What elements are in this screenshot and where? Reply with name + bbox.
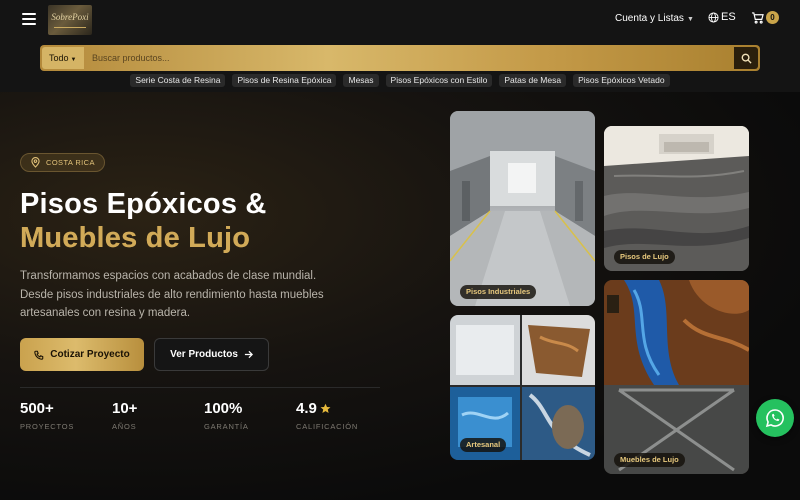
chevron-down-icon: ▼ — [686, 16, 694, 23]
menu-icon[interactable] — [22, 13, 36, 25]
stat-rating-value-row: 4.9 — [296, 400, 358, 417]
category-chip[interactable]: Serie Costa de Resina — [130, 74, 226, 87]
industrial-floor-photo — [450, 111, 595, 306]
stat-label: CALIFICACIÓN — [296, 422, 359, 431]
category-bar: Serie Costa de Resina Pisos de Resina Ep… — [0, 74, 800, 92]
category-chip[interactable]: Patas de Mesa — [499, 74, 567, 87]
gallery-tile-luxury-floors[interactable]: Pisos de Lujo — [604, 126, 749, 271]
gallery-tile-industrial-floors[interactable]: Pisos Industriales — [450, 111, 595, 306]
cart-icon — [751, 11, 764, 24]
account-label: Cuenta y Listas — [615, 13, 684, 24]
category-chip[interactable]: Mesas — [343, 74, 379, 87]
stat-value: 100% — [204, 400, 243, 417]
account-menu[interactable]: Cuenta y Listas ▼ — [615, 13, 694, 24]
language-selector[interactable]: ES — [708, 11, 736, 23]
location-badge: COSTA RICA — [20, 153, 105, 172]
search-icon — [741, 53, 752, 64]
hero-title-line2: Muebles de Lujo — [20, 221, 267, 255]
stat-label: PROYECTOS — [20, 422, 75, 431]
resin-table-photo — [604, 280, 749, 474]
stat-label: AÑOS — [112, 422, 137, 431]
search-bar: Todo ▼ — [40, 45, 760, 71]
cart-button[interactable]: 0 — [751, 11, 779, 24]
phone-icon — [34, 350, 44, 360]
quote-project-button[interactable]: Cotizar Proyecto — [20, 338, 144, 371]
gallery-tile-label: Artesanal — [460, 438, 507, 452]
hero-title-line1: Pisos Epóxicos & — [20, 188, 267, 220]
map-pin-icon — [31, 157, 40, 168]
top-bar: SobrePoxi Cuenta y Listas ▼ ES 0 — [0, 0, 800, 40]
stat-guarantee: 100% GARANTÍA — [204, 400, 249, 431]
stat-years: 10+ AÑOS — [112, 400, 137, 431]
hero-title: Pisos Epóxicos & Muebles de Lujo — [20, 187, 267, 255]
category-chip[interactable]: Pisos Epóxicos Vetado — [573, 74, 670, 87]
stat-label: GARANTÍA — [204, 422, 249, 431]
stat-projects: 500+ PROYECTOS — [20, 400, 74, 431]
gallery-tile-label: Pisos Industriales — [460, 285, 537, 299]
stat-value: 10+ — [112, 400, 138, 417]
gallery-tile-label: Pisos de Lujo — [614, 250, 675, 264]
stat-rating: 4.9 CALIFICACIÓN — [296, 400, 358, 431]
category-chip[interactable]: Pisos de Resina Epóxica — [232, 74, 337, 87]
logo-text: SobrePoxi — [51, 12, 89, 22]
stat-value: 4.9 — [296, 400, 317, 417]
location-badge-label: COSTA RICA — [46, 158, 95, 167]
arrow-right-icon — [244, 350, 253, 359]
star-icon — [320, 403, 331, 413]
language-label: ES — [721, 11, 736, 23]
gallery-tile-luxury-furniture[interactable]: Muebles de Lujo — [604, 280, 749, 474]
search-category-select[interactable]: Todo ▼ — [42, 47, 84, 69]
view-products-button[interactable]: Ver Productos — [154, 338, 269, 371]
globe-icon — [708, 11, 719, 23]
category-chip[interactable]: Pisos Epóxicos con Estilo — [385, 74, 493, 87]
gallery-tile-label: Muebles de Lujo — [614, 453, 685, 467]
gallery-tile-artisan[interactable]: Artesanal — [450, 315, 595, 460]
cart-count-badge: 0 — [766, 11, 779, 24]
search-row: Todo ▼ — [0, 40, 800, 74]
hero-description: Transformamos espacios con acabados de c… — [20, 270, 324, 319]
stat-value: 500+ — [20, 400, 54, 417]
quote-project-label: Cotizar Proyecto — [50, 349, 130, 360]
whatsapp-button[interactable] — [756, 399, 794, 437]
view-products-label: Ver Productos — [170, 349, 238, 360]
whatsapp-icon — [765, 409, 784, 428]
search-button[interactable] — [734, 47, 758, 69]
stats-divider — [20, 387, 380, 388]
logo-underline — [54, 27, 86, 28]
logo[interactable]: SobrePoxi — [48, 5, 92, 35]
chevron-down-icon: ▼ — [70, 57, 77, 63]
search-category-label: Todo — [49, 53, 69, 63]
search-input[interactable] — [86, 47, 728, 69]
